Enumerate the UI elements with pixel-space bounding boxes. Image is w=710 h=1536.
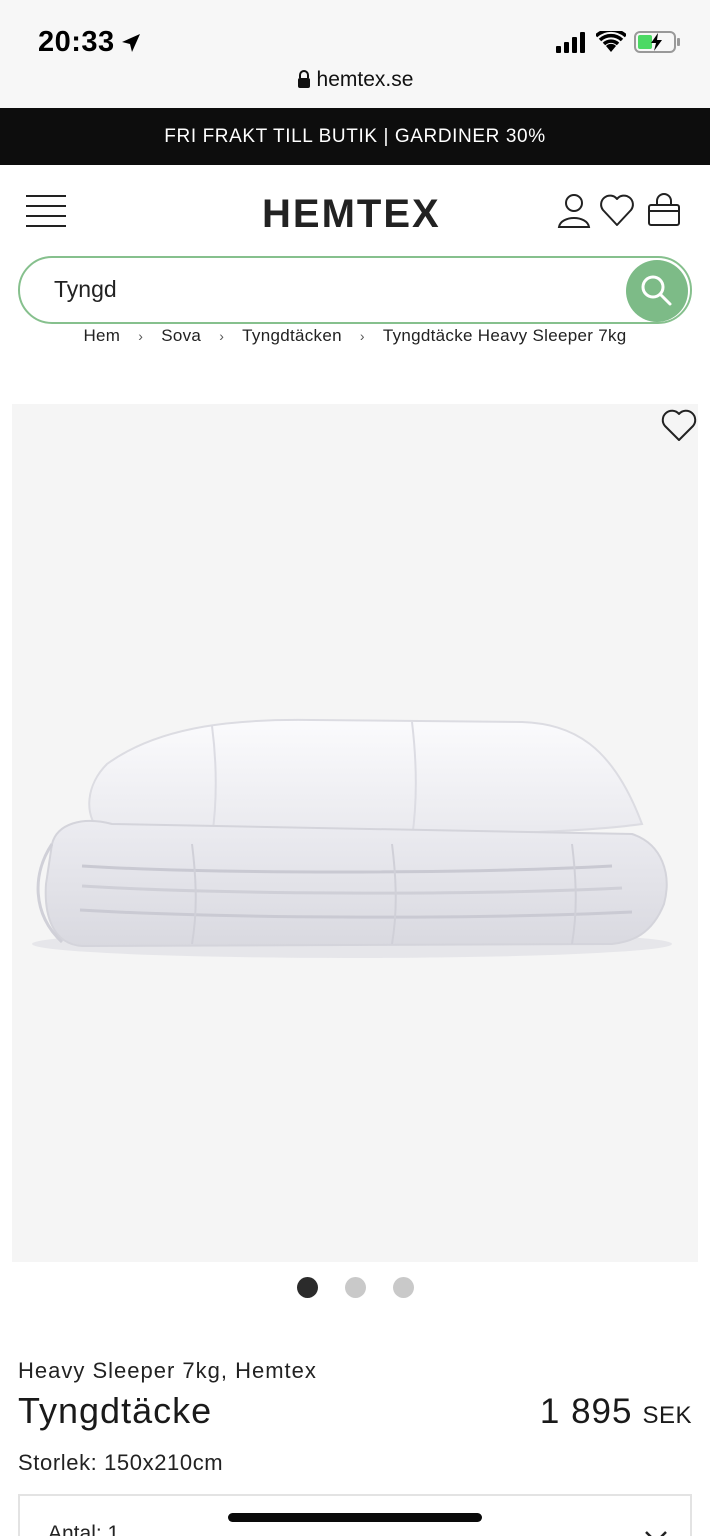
- breadcrumb-current: Tyngdtäcke Heavy Sleeper 7kg: [382, 326, 627, 345]
- product-name: Tyngdtäcke: [18, 1390, 213, 1431]
- chevron-down-icon: [645, 1531, 667, 1536]
- quantity-label: Antal: 1: [48, 1522, 120, 1536]
- breadcrumb-item[interactable]: Tyngdtäcken: [242, 326, 342, 346]
- search-input[interactable]: Tyngd: [54, 276, 117, 303]
- status-time: 20:33: [38, 26, 115, 58]
- hemtex-logo-mark: HEMTEX: [262, 192, 441, 236]
- promo-banner[interactable]: FRI FRAKT TILL BUTIK | GARDINER 30%: [0, 108, 710, 165]
- svg-text:HEMTEX: HEMTEX: [262, 193, 441, 233]
- status-bar: 20:33 hemtex.se: [0, 0, 710, 108]
- product-image[interactable]: [12, 404, 698, 1262]
- breadcrumb-item[interactable]: Sova: [161, 326, 201, 346]
- product-price: 1 895 SEK: [540, 1392, 692, 1432]
- url-text: hemtex.se: [316, 68, 414, 91]
- price-amount: 1 895: [539, 1392, 633, 1431]
- carousel-dot[interactable]: [344, 1277, 366, 1298]
- browser-url-bar[interactable]: hemtex.se: [0, 68, 710, 92]
- promo-text: FRI FRAKT TILL BUTIK | GARDINER 30%: [164, 126, 546, 147]
- search-icon: [641, 275, 672, 306]
- cellular-signal-icon: [556, 32, 585, 53]
- site-header: HEMTEX: [0, 165, 710, 255]
- price-currency: SEK: [642, 1402, 692, 1429]
- search-bar[interactable]: Tyngd: [18, 256, 692, 324]
- hemtex-logo[interactable]: HEMTEX: [262, 192, 448, 236]
- system-icons: [556, 30, 682, 54]
- product-brand-line: Heavy Sleeper 7kg, Hemtex: [18, 1358, 317, 1383]
- image-carousel-dots: [0, 1277, 710, 1298]
- breadcrumb-separator: ›: [359, 328, 365, 344]
- wifi-icon: [596, 31, 626, 52]
- breadcrumb-item[interactable]: Hem: [83, 326, 120, 346]
- cart-basket-icon[interactable]: [646, 191, 682, 229]
- product-size: Storlek: 150x210cm: [18, 1450, 224, 1475]
- carousel-dot-active[interactable]: [296, 1277, 318, 1298]
- carousel-dot[interactable]: [392, 1277, 414, 1298]
- breadcrumb-separator: ›: [138, 328, 144, 344]
- search-button[interactable]: [626, 260, 688, 322]
- breadcrumb: Hem › Sova › Tyngdtäcken › Tyngdtäcke He…: [0, 326, 710, 346]
- location-arrow-icon: [122, 34, 140, 52]
- folded-duvet-illustration: [32, 718, 672, 958]
- menu-icon[interactable]: [26, 195, 66, 227]
- breadcrumb-separator: ›: [219, 328, 225, 344]
- home-indicator: [228, 1513, 482, 1522]
- wishlist-heart-icon[interactable]: [598, 191, 636, 229]
- account-icon[interactable]: [556, 191, 592, 229]
- lock-icon: [297, 70, 310, 88]
- wishlist-heart-icon[interactable]: [660, 408, 698, 444]
- battery-charging-icon: [634, 31, 680, 53]
